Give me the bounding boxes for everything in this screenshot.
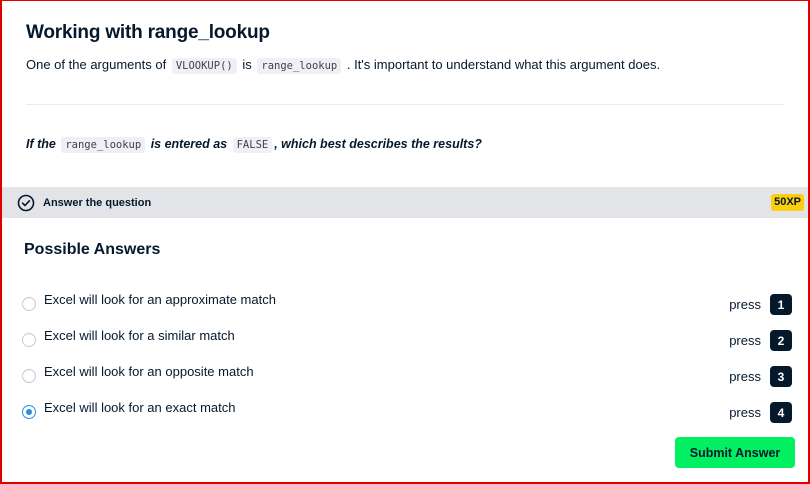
press-label: press [729,405,761,420]
exercise-description: One of the arguments of VLOOKUP() is ran… [26,55,784,76]
radio-button[interactable] [22,333,36,347]
exercise-panel: Working with range_lookup One of the arg… [0,0,810,484]
answer-text: Excel will look for a similar match [44,328,235,343]
question-fragment: is entered as [150,137,228,151]
answer-option-3[interactable]: Excel will look for an opposite match pr… [22,363,792,389]
inline-code: FALSE [232,137,273,153]
press-label: press [729,297,761,312]
inline-code: range_lookup [257,58,342,74]
task-bar: Answer the question 50XP [2,187,808,218]
submit-answer-button[interactable]: Submit Answer [675,437,795,468]
check-circle-icon [17,194,35,212]
xp-badge: 50XP [771,194,804,211]
exercise-title: Working with range_lookup [26,22,270,43]
question-fragment: If the [26,137,56,151]
radio-button[interactable] [22,369,36,383]
description-text: One of the arguments of [26,57,167,72]
keyboard-shortcut: 4 [770,402,792,423]
press-label: press [729,369,761,384]
divider [26,104,784,105]
description-text: . It's important to understand what this… [346,57,661,72]
question-fragment: , which best describes the results? [274,137,482,151]
answer-option-1[interactable]: Excel will look for an approximate match… [22,291,792,317]
answer-text: Excel will look for an approximate match [44,292,276,307]
keyboard-shortcut: 2 [770,330,792,351]
radio-button-selected[interactable] [22,405,36,419]
keyboard-shortcut: 3 [770,366,792,387]
question-text: If the range_lookup is entered as FALSE,… [26,134,482,155]
exercise-header: Working with range_lookup One of the arg… [26,19,784,76]
keyboard-shortcut: 1 [770,294,792,315]
task-label: Answer the question [43,196,152,209]
answer-option-2[interactable]: Excel will look for a similar match pres… [22,327,792,353]
press-label: press [729,333,761,348]
inline-code: VLOOKUP() [171,58,237,74]
inline-code: range_lookup [61,137,146,153]
answer-text: Excel will look for an opposite match [44,364,254,379]
possible-answers-heading: Possible Answers [24,241,161,258]
description-text: is [242,57,252,72]
radio-button[interactable] [22,297,36,311]
answer-option-4[interactable]: Excel will look for an exact match press… [22,399,792,425]
answer-text: Excel will look for an exact match [44,400,236,415]
